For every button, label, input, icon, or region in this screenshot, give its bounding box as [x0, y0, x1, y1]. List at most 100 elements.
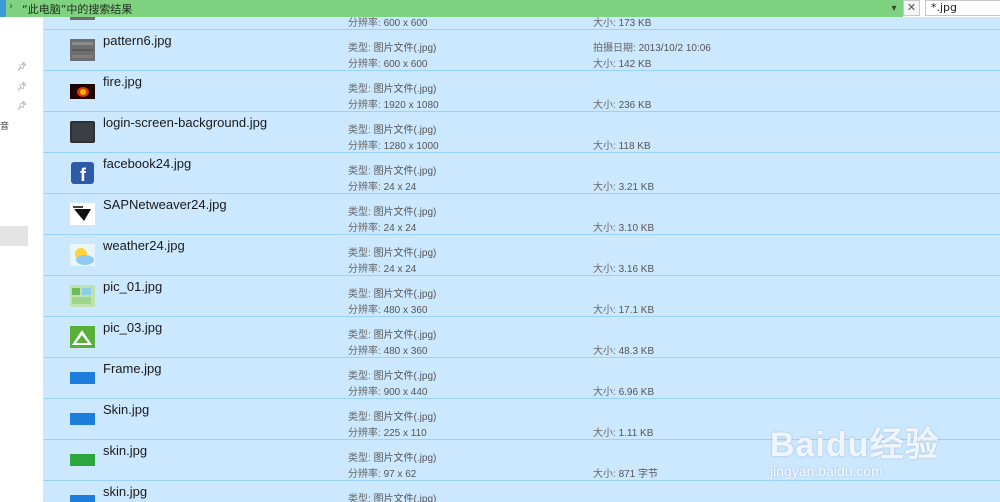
file-resolution-value: 24 x 24 — [383, 264, 417, 275]
list-item[interactable]: f facebook24.jpg 类型: 图片文件(.jpg) 分辨率: 24 x 2… — [43, 153, 1000, 194]
file-date-value: 2013/10/2 10:06 — [638, 43, 711, 54]
file-type: 类型: 图片文件(.jpg) — [348, 121, 436, 136]
list-item[interactable]: Frame.jpg 类型: 图片文件(.jpg) 分辨率: 900 x 440 大小:… — [43, 358, 1000, 399]
file-size: 大小: 48.3 KB — [593, 342, 654, 357]
file-size-value: 3.10 KB — [618, 223, 655, 234]
file-type-key: 类型: — [348, 84, 371, 95]
file-size-value: 871 字节 — [618, 469, 659, 480]
file-size-value: 6.96 KB — [618, 387, 655, 398]
file-size: 大小: 236 KB — [593, 96, 651, 111]
address-path-field[interactable]: › “此电脑”中的搜索结果 ▾ — [0, 0, 903, 17]
file-resolution: 分辨率: 225 x 110 — [348, 424, 427, 439]
file-name[interactable]: skin.jpg — [103, 484, 147, 499]
file-type: 类型: 图片文件(.jpg) — [348, 367, 436, 382]
file-size: 大小: 3.10 KB — [593, 219, 654, 234]
file-resolution: 分辨率: 24 x 24 — [348, 178, 416, 193]
file-resolution-key: 分辨率: — [348, 428, 381, 439]
file-thumbnail-icon — [70, 244, 95, 266]
file-name[interactable]: Frame.jpg — [103, 361, 162, 376]
file-type-value: 图片文件(.jpg) — [373, 453, 437, 464]
list-item[interactable]: skin.jpg 类型: 图片文件(.jpg) — [43, 481, 1000, 502]
file-name[interactable]: fire.jpg — [103, 74, 142, 89]
file-size-key: 大小: — [593, 428, 616, 439]
file-name[interactable]: pic_03.jpg — [103, 320, 162, 335]
pin-icon[interactable]: 📌︎ — [17, 101, 27, 110]
file-type-value: 图片文件(.jpg) — [373, 125, 437, 136]
list-item[interactable]: pattern6.jpg 类型: 图片文件(.jpg) 分辨率: 600 x 600… — [43, 30, 1000, 71]
file-name[interactable]: SAPNetweaver24.jpg — [103, 197, 227, 212]
file-resolution-value: 600 x 600 — [383, 59, 428, 70]
file-size-value: 3.16 KB — [618, 264, 655, 275]
address-bar: › “此电脑”中的搜索结果 ▾ ✕ *.jpg — [0, 0, 1000, 17]
file-name[interactable]: weather24.jpg — [103, 238, 185, 253]
list-item[interactable]: pic_03.jpg 类型: 图片文件(.jpg) 分辨率: 480 x 360 大小… — [43, 317, 1000, 358]
file-size-key: 大小: — [593, 182, 616, 193]
list-item[interactable]: weather24.jpg 类型: 图片文件(.jpg) 分辨率: 24 x 24 大… — [43, 235, 1000, 276]
file-resolution-value: 480 x 360 — [383, 305, 428, 316]
file-size-value: 48.3 KB — [618, 346, 655, 357]
file-name[interactable]: pattern6.jpg — [103, 33, 172, 48]
file-size: 大小: 3.16 KB — [593, 260, 654, 275]
file-size-key: 大小: — [593, 264, 616, 275]
file-type-value: 图片文件(.jpg) — [373, 412, 437, 423]
pin-icon[interactable]: 📌︎ — [17, 62, 27, 71]
list-item[interactable]: Skin.jpg 类型: 图片文件(.jpg) 分辨率: 225 x 110 大小: … — [43, 399, 1000, 440]
file-resolution-key: 分辨率: — [348, 59, 381, 70]
file-size-key: 大小: — [593, 469, 616, 480]
file-thumbnail-icon — [70, 449, 95, 471]
file-name[interactable]: skin.jpg — [103, 443, 147, 458]
file-name[interactable]: login-screen-background.jpg — [103, 115, 267, 130]
file-size-value: 17.1 KB — [618, 305, 655, 316]
file-resolution: 分辨率: 1920 x 1080 — [348, 96, 439, 111]
close-icon[interactable]: ✕ — [903, 0, 920, 16]
file-type: 类型: 图片文件(.jpg) — [348, 80, 436, 95]
file-type: 类型: 图片文件(.jpg) — [348, 39, 436, 54]
file-resolution-key: 分辨率: — [348, 305, 381, 316]
breadcrumb-search-results[interactable]: “此电脑”中的搜索结果 — [22, 1, 132, 17]
file-size-key: 大小: — [593, 305, 616, 316]
file-size-key: 大小: — [593, 141, 616, 152]
file-size-value: 142 KB — [618, 59, 652, 70]
list-item[interactable]: pic_01.jpg 类型: 图片文件(.jpg) 分辨率: 480 x 360 大小… — [43, 276, 1000, 317]
list-item[interactable]: skin.jpg 类型: 图片文件(.jpg) 分辨率: 97 x 62 大小: 87… — [43, 440, 1000, 481]
file-resolution: 分辨率: 24 x 24 — [348, 260, 416, 275]
file-thumbnail-icon — [70, 203, 95, 225]
file-thumbnail-icon — [70, 39, 95, 61]
list-item[interactable]: login-screen-background.jpg 类型: 图片文件(.jpg… — [43, 112, 1000, 153]
file-date: 拍摄日期: 2013/10/2 10:06 — [593, 39, 711, 54]
file-type-key: 类型: — [348, 494, 371, 502]
nav-item-selected[interactable] — [0, 226, 28, 246]
file-size-key: 大小: — [593, 59, 616, 70]
file-type: 类型: 图片文件(.jpg) — [348, 490, 436, 502]
list-item[interactable]: SAPNetweaver24.jpg 类型: 图片文件(.jpg) 分辨率: 24 … — [43, 194, 1000, 235]
file-thumbnail-icon — [70, 80, 95, 102]
file-name[interactable]: Skin.jpg — [103, 402, 149, 417]
list-item[interactable]: 分辨率: 600 x 600 大小: 173 KB — [43, 17, 1000, 30]
file-type-value: 图片文件(.jpg) — [373, 330, 437, 341]
file-resolution: 分辨率: 24 x 24 — [348, 219, 416, 234]
breadcrumb-separator-icon[interactable]: › — [9, 1, 13, 12]
file-resolution: 分辨率: 1280 x 1000 — [348, 137, 439, 152]
file-type-value: 图片文件(.jpg) — [373, 371, 437, 382]
file-type-key: 类型: — [348, 453, 371, 464]
file-resolution-key: 分辨率: — [348, 141, 381, 152]
nav-item-label[interactable]: 音 — [0, 119, 9, 132]
search-results-list[interactable]: 分辨率: 600 x 600 大小: 173 KB pattern6.jpg 类型: … — [43, 17, 1000, 502]
chevron-down-icon[interactable]: ▾ — [887, 1, 901, 16]
file-size-value: 173 KB — [618, 18, 652, 29]
file-date-key: 拍摄日期: — [593, 43, 636, 54]
file-thumbnail-icon — [70, 367, 95, 389]
navigation-pane: 📌︎ 📌︎ 📌︎ 音 — [0, 17, 42, 502]
file-resolution: 分辨率: 480 x 360 — [348, 342, 428, 357]
pin-icon[interactable]: 📌︎ — [17, 82, 27, 91]
file-type-key: 类型: — [348, 289, 371, 300]
file-name[interactable]: pic_01.jpg — [103, 279, 162, 294]
search-input[interactable]: *.jpg — [925, 0, 1000, 16]
file-resolution: 分辨率: 600 x 600 — [348, 17, 428, 29]
location-icon — [0, 0, 6, 17]
file-type-key: 类型: — [348, 371, 371, 382]
list-item[interactable]: fire.jpg 类型: 图片文件(.jpg) 分辨率: 1920 x 1080 大小… — [43, 71, 1000, 112]
file-name[interactable]: facebook24.jpg — [103, 156, 191, 171]
file-size-value: 1.11 KB — [618, 428, 654, 439]
file-thumbnail-icon — [70, 326, 95, 348]
